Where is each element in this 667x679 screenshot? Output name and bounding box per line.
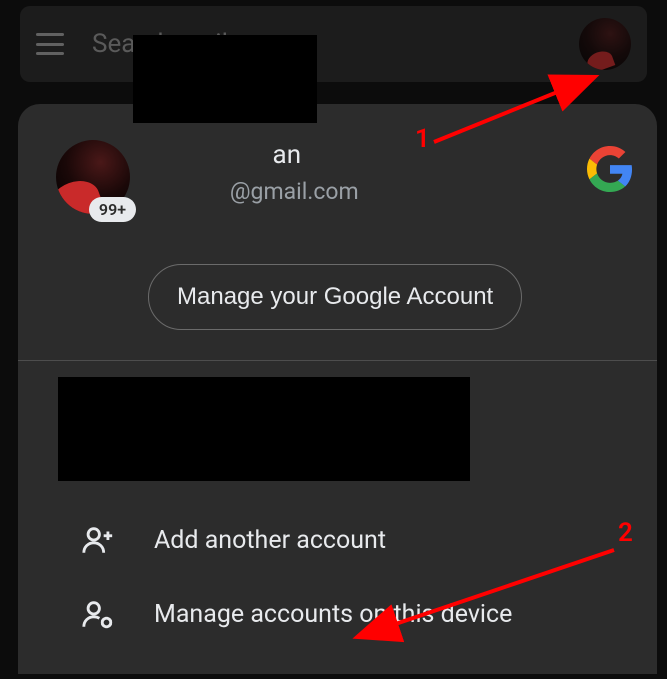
add-account-label: Add another account bbox=[154, 526, 386, 555]
google-logo-icon bbox=[587, 146, 633, 192]
hamburger-menu-icon[interactable] bbox=[36, 33, 64, 55]
annotation-1: 1 bbox=[415, 124, 430, 154]
redacted-name-block bbox=[133, 35, 317, 123]
account-email: @gmail.com bbox=[150, 178, 623, 205]
avatar-wrap: 99+ bbox=[56, 140, 130, 214]
add-another-account-row[interactable]: Add another account bbox=[18, 503, 657, 577]
redacted-secondary-account bbox=[58, 377, 470, 481]
account-header: 99+ an @gmail.com bbox=[18, 104, 657, 234]
account-panel: 99+ an @gmail.com Manage your Google Acc… bbox=[18, 104, 657, 674]
annotation-2: 2 bbox=[618, 518, 633, 548]
account-avatar-small[interactable] bbox=[579, 18, 631, 70]
email-suffix: @gmail.com bbox=[230, 178, 359, 205]
manage-google-account-button[interactable]: Manage your Google Account bbox=[148, 264, 522, 330]
manage-accounts-device-row[interactable]: Manage accounts on this device bbox=[18, 577, 657, 651]
manage-person-icon bbox=[78, 597, 118, 631]
manage-device-label: Manage accounts on this device bbox=[154, 600, 512, 629]
account-name: an bbox=[150, 140, 623, 170]
divider bbox=[18, 360, 657, 361]
search-bar[interactable]: Search mail bbox=[20, 6, 647, 82]
unread-badge: 99+ bbox=[89, 197, 136, 222]
account-text: an @gmail.com bbox=[150, 140, 623, 205]
name-suffix: an bbox=[273, 140, 302, 170]
add-person-icon bbox=[78, 523, 118, 557]
